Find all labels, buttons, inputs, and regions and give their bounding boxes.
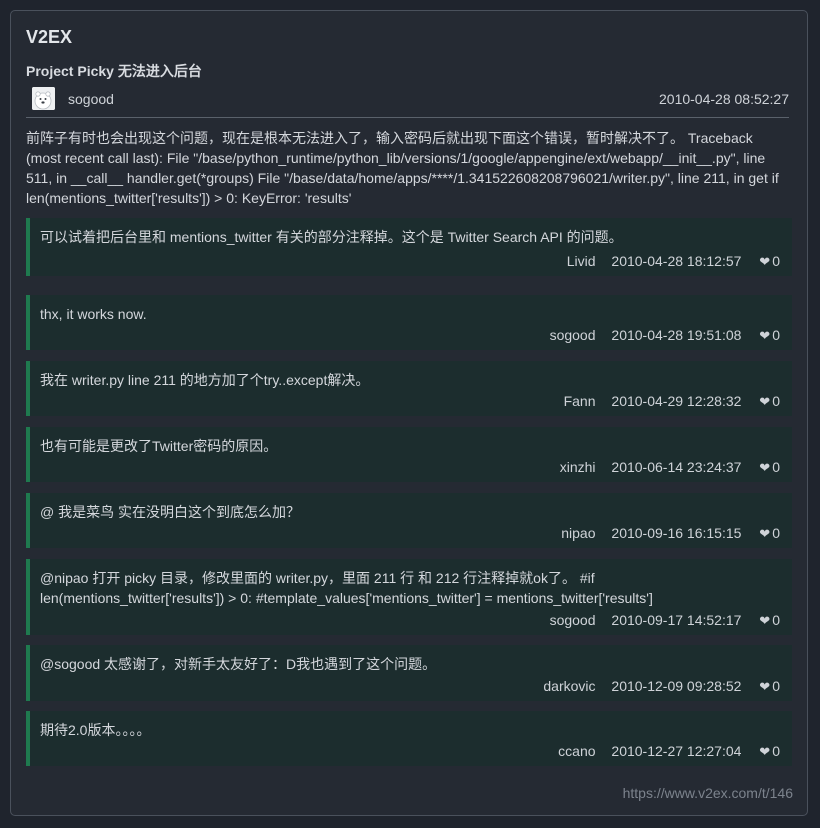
topic-meta: sogood 2010-04-28 08:52:27 bbox=[26, 85, 789, 118]
topic-time: 2010-04-28 08:52:27 bbox=[659, 91, 789, 107]
heart-icon: ❤ bbox=[759, 613, 771, 628]
reply-user[interactable]: sogood bbox=[550, 612, 596, 628]
topic-author[interactable]: sogood bbox=[68, 91, 114, 107]
like-button[interactable]: ❤ 0 bbox=[759, 525, 780, 541]
topic-body: 前阵子有时也会出现这个问题，现在是根本无法进入了，输入密码后就出现下面这个错误，… bbox=[26, 130, 779, 206]
reply-time: 2010-04-28 19:51:08 bbox=[611, 327, 742, 343]
reply-meta: sogood 2010-04-28 19:51:08 ❤ 0 bbox=[550, 327, 780, 344]
topic-title[interactable]: Project Picky 无法进入后台 bbox=[26, 61, 202, 81]
like-button[interactable]: ❤ 0 bbox=[759, 678, 780, 694]
reply-time: 2010-06-14 23:24:37 bbox=[611, 459, 742, 475]
reply-text: thx, it works now. bbox=[40, 306, 147, 322]
reply-item: @nipao 打开 picky 目录，修改里面的 writer.py，里面 21… bbox=[26, 559, 792, 635]
reply-item: 可以试着把后台里和 mentions_twitter 有关的部分注释掉。这个是 … bbox=[26, 218, 792, 276]
heart-icon: ❤ bbox=[759, 460, 771, 475]
avatar[interactable] bbox=[32, 87, 55, 110]
reply-user[interactable]: nipao bbox=[561, 525, 595, 541]
reply-meta: darkovic 2010-12-09 09:28:52 ❤ 0 bbox=[543, 678, 780, 695]
heart-icon: ❤ bbox=[759, 526, 771, 541]
reply-time: 2010-12-27 12:27:04 bbox=[611, 743, 742, 759]
like-count: 0 bbox=[772, 253, 780, 269]
reply-user[interactable]: darkovic bbox=[543, 678, 595, 694]
reply-item: 期待2.0版本。。。。 ccano 2010-12-27 12:27:04 ❤ 0 bbox=[26, 711, 792, 766]
reply-text: @nipao 打开 picky 目录，修改里面的 writer.py，里面 21… bbox=[40, 570, 653, 606]
reply-user[interactable]: ccano bbox=[558, 743, 595, 759]
reply-text: @sogood 太感谢了，对新手太友好了：D我也遇到了这个问题。 bbox=[40, 656, 437, 672]
like-button[interactable]: ❤ 0 bbox=[759, 612, 780, 628]
topic-url-link[interactable]: https://www.v2ex.com/t/146 bbox=[623, 785, 793, 801]
like-button[interactable]: ❤ 0 bbox=[759, 393, 780, 409]
reply-text: 也有可能是更改了Twitter密码的原因。 bbox=[40, 438, 278, 454]
like-count: 0 bbox=[772, 327, 780, 343]
reply-user[interactable]: Fann bbox=[564, 393, 596, 409]
reply-text: @ 我是菜鸟 实在没明白这个到底怎么加？ bbox=[40, 504, 300, 520]
like-button[interactable]: ❤ 0 bbox=[759, 327, 780, 343]
topic-card: V2EX Project Picky 无法进入后台 sogood 2010-04… bbox=[10, 10, 808, 816]
reply-user[interactable]: sogood bbox=[550, 327, 596, 343]
site-name[interactable]: V2EX bbox=[26, 27, 72, 48]
reply-time: 2010-12-09 09:28:52 bbox=[611, 678, 742, 694]
reply-meta: Fann 2010-04-29 12:28:32 ❤ 0 bbox=[564, 393, 780, 410]
heart-icon: ❤ bbox=[759, 679, 771, 694]
reply-meta: Livid 2010-04-28 18:12:57 ❤ 0 bbox=[567, 253, 780, 270]
like-count: 0 bbox=[772, 393, 780, 409]
reply-time: 2010-09-17 14:52:17 bbox=[611, 612, 742, 628]
reply-item: @sogood 太感谢了，对新手太友好了：D我也遇到了这个问题。 darkovi… bbox=[26, 645, 792, 701]
like-count: 0 bbox=[772, 612, 780, 628]
heart-icon: ❤ bbox=[759, 394, 771, 409]
reply-time: 2010-04-29 12:28:32 bbox=[611, 393, 742, 409]
reply-meta: sogood 2010-09-17 14:52:17 ❤ 0 bbox=[550, 612, 780, 629]
polar-bear-avatar-icon bbox=[32, 87, 55, 110]
reply-text: 我在 writer.py line 211 的地方加了个try..except解… bbox=[40, 372, 370, 388]
reply-item: @ 我是菜鸟 实在没明白这个到底怎么加？ nipao 2010-09-16 16… bbox=[26, 493, 792, 548]
like-count: 0 bbox=[772, 678, 780, 694]
reply-meta: xinzhi 2010-06-14 23:24:37 ❤ 0 bbox=[560, 459, 780, 476]
heart-icon: ❤ bbox=[759, 254, 771, 269]
reply-time: 2010-09-16 16:15:15 bbox=[611, 525, 742, 541]
like-count: 0 bbox=[772, 459, 780, 475]
reply-item: 我在 writer.py line 211 的地方加了个try..except解… bbox=[26, 361, 792, 416]
reply-meta: ccano 2010-12-27 12:27:04 ❤ 0 bbox=[558, 743, 780, 760]
like-button[interactable]: ❤ 0 bbox=[759, 253, 780, 269]
like-count: 0 bbox=[772, 743, 780, 759]
like-button[interactable]: ❤ 0 bbox=[759, 459, 780, 475]
reply-user[interactable]: xinzhi bbox=[560, 459, 596, 475]
heart-icon: ❤ bbox=[759, 328, 771, 343]
reply-item: thx, it works now. sogood 2010-04-28 19:… bbox=[26, 295, 792, 350]
heart-icon: ❤ bbox=[759, 744, 771, 759]
reply-meta: nipao 2010-09-16 16:15:15 ❤ 0 bbox=[561, 525, 780, 542]
reply-text: 期待2.0版本。。。。 bbox=[40, 722, 151, 738]
like-count: 0 bbox=[772, 525, 780, 541]
like-button[interactable]: ❤ 0 bbox=[759, 743, 780, 759]
reply-text: 可以试着把后台里和 mentions_twitter 有关的部分注释掉。这个是 … bbox=[40, 229, 623, 245]
reply-time: 2010-04-28 18:12:57 bbox=[611, 253, 742, 269]
reply-user[interactable]: Livid bbox=[567, 253, 596, 269]
reply-item: 也有可能是更改了Twitter密码的原因。 xinzhi 2010-06-14 … bbox=[26, 427, 792, 482]
